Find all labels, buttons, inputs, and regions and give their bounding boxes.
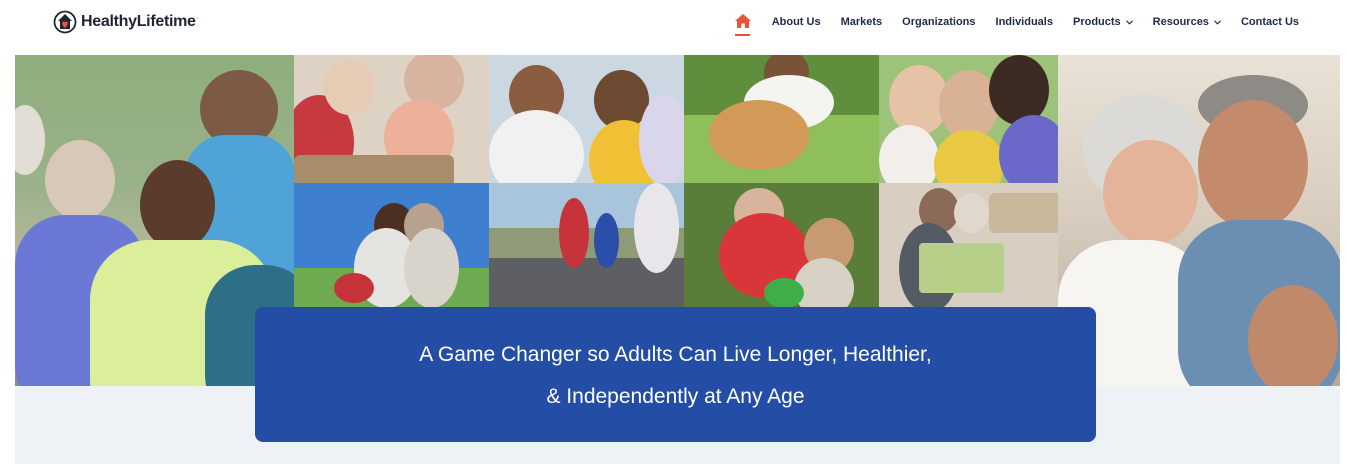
- hero-photo-grandparents-reading: [294, 55, 489, 183]
- brand-name: HealthyLifetime: [81, 13, 196, 30]
- nav-label: Markets: [840, 16, 883, 28]
- nav-products[interactable]: Products: [1073, 16, 1133, 28]
- hero-headline-line-1: A Game Changer so Adults Can Live Longer…: [419, 343, 932, 366]
- nav-individuals[interactable]: Individuals: [996, 16, 1053, 28]
- nav-label: Contact Us: [1240, 16, 1299, 28]
- nav-label: Organizations: [902, 16, 976, 28]
- chevron-down-icon: [1125, 19, 1133, 25]
- hero-photo-gardening: [684, 183, 879, 311]
- hero-photo-couple-bicycle: [294, 183, 489, 311]
- hero-photo-woman-with-dog: [684, 55, 879, 183]
- nav-home-active-indicator: [734, 34, 750, 36]
- hero-photo-three-women-smiling: [879, 55, 1074, 183]
- nav-home[interactable]: [734, 13, 752, 36]
- home-icon: [734, 14, 751, 28]
- nav-markets[interactable]: Markets: [841, 16, 883, 28]
- nav-resources[interactable]: Resources: [1153, 16, 1221, 28]
- main-nav: About Us Markets Organizations Individua…: [734, 13, 1299, 36]
- hero-photo-couple-rv-map: [879, 183, 1074, 311]
- chevron-down-icon: [1214, 19, 1221, 25]
- logo-icon: [53, 10, 77, 34]
- site-header: HealthyLifetime · About Us Markets Organ…: [0, 0, 1347, 44]
- hero-photo-dancing-couple: [1058, 55, 1340, 386]
- brand-logo[interactable]: HealthyLifetime ·: [53, 10, 199, 34]
- nav-label: Individuals: [995, 16, 1053, 28]
- hero-photo-family-piggyback: [489, 55, 684, 183]
- nav-label: Products: [1072, 16, 1121, 28]
- nav-organizations[interactable]: Organizations: [902, 16, 975, 28]
- hero-photo-joggers: [15, 55, 294, 386]
- brand-trademark: ·: [196, 14, 199, 22]
- hero-headline-banner: A Game Changer so Adults Can Live Longer…: [255, 307, 1096, 442]
- nav-label: About Us: [771, 16, 821, 28]
- hero-headline-line-2: & Independently at Any Age: [546, 385, 805, 408]
- nav-label: Resources: [1152, 16, 1209, 28]
- nav-contact-us[interactable]: Contact Us: [1241, 16, 1299, 28]
- hero-photo-cyclists: [489, 183, 684, 311]
- nav-about-us[interactable]: About Us: [772, 16, 821, 28]
